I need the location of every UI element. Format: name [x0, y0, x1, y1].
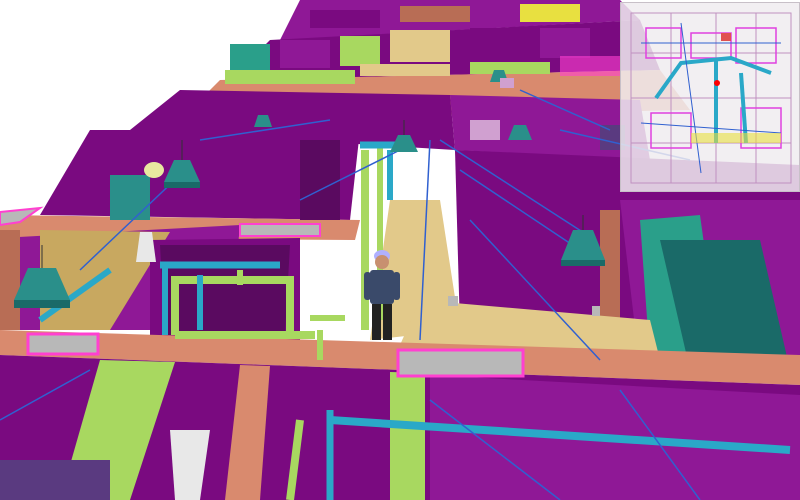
floorplan-minimap[interactable] — [620, 2, 800, 192]
minimap-position-marker — [714, 80, 720, 86]
3d-viewport[interactable] — [0, 0, 800, 500]
pendant-lamp-icon — [144, 162, 164, 178]
